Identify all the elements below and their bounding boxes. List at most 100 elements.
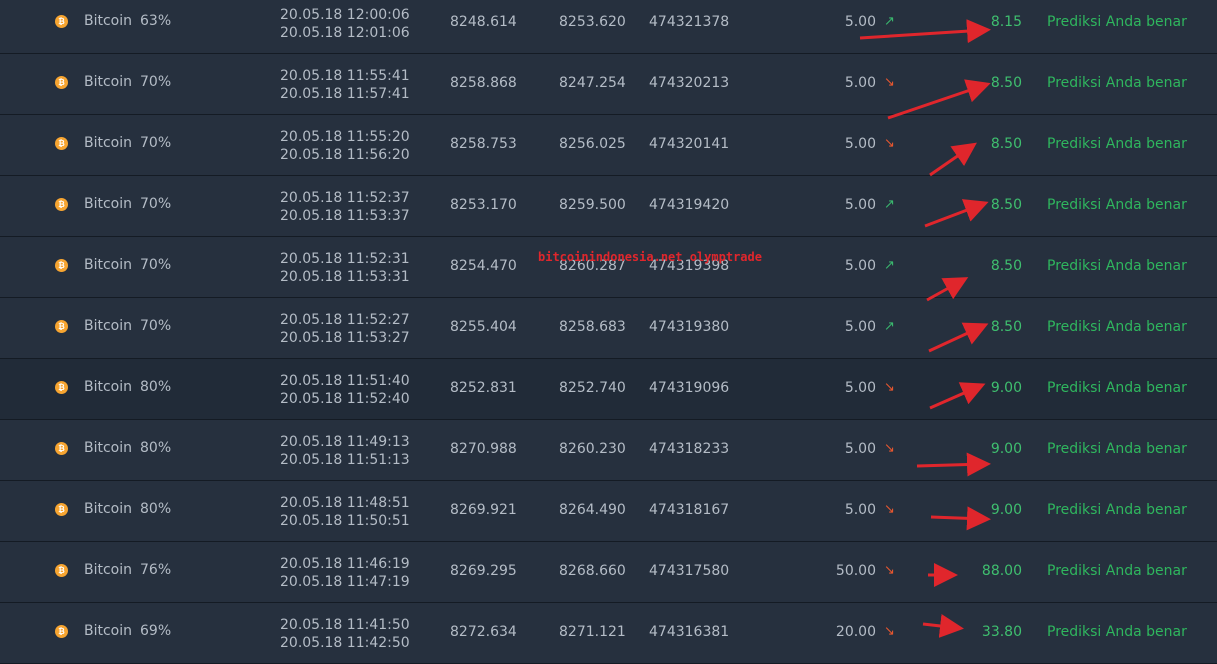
close-time: 20.05.18 11:57:41: [280, 86, 410, 102]
open-price: 8269.295: [450, 563, 517, 579]
close-price: 8268.660: [559, 563, 626, 579]
trade-id: 474316381: [649, 624, 730, 640]
result-status: Prediksi Anda benar: [1047, 380, 1187, 396]
trade-amount: 5.00: [844, 258, 876, 274]
trade-amount: 5.00: [844, 319, 876, 335]
result-status: Prediksi Anda benar: [1047, 136, 1187, 152]
asset-name: Bitcoin: [84, 74, 133, 90]
trade-id: 474319380: [649, 319, 730, 335]
payout-percent: 63%: [140, 13, 172, 29]
open-time: 20.05.18 11:55:20: [280, 129, 410, 145]
asset-name: Bitcoin: [84, 623, 133, 639]
trade-times: 20.05.18 11:52:31 20.05.18 11:53:31: [280, 250, 410, 286]
table-row[interactable]: ₿ Bitcoin 70% 20.05.18 11:52:31 20.05.18 11:…: [0, 237, 1217, 298]
trade-id: 474320213: [649, 75, 730, 91]
payout-percent: 80%: [140, 440, 172, 456]
payout-amount: 9.00: [990, 441, 1022, 457]
result-status: Prediksi Anda benar: [1047, 258, 1187, 274]
payout-percent: 70%: [140, 318, 172, 334]
open-price: 8252.831: [450, 380, 517, 396]
trade-id: 474319420: [649, 197, 730, 213]
arrow-up-right-icon: ↗: [884, 14, 895, 29]
trade-history-table: ₿ Bitcoin 63% 20.05.18 12:00:06 20.05.18 12:…: [0, 0, 1217, 664]
trade-id: 474321378: [649, 14, 730, 30]
table-row[interactable]: ₿ Bitcoin 70% 20.05.18 11:55:41 20.05.18 11:…: [0, 54, 1217, 115]
arrow-down-right-icon: ↘: [884, 75, 895, 90]
payout-percent: 80%: [140, 379, 172, 395]
trade-times: 20.05.18 11:55:41 20.05.18 11:57:41: [280, 67, 410, 103]
payout-percent: 70%: [140, 196, 172, 212]
table-row[interactable]: ₿ Bitcoin 70% 20.05.18 11:52:37 20.05.18 11:…: [0, 176, 1217, 237]
close-price: 8258.683: [559, 319, 626, 335]
payout-percent: 69%: [140, 623, 172, 639]
asset-name: Bitcoin: [84, 135, 133, 151]
trade-times: 20.05.18 11:41:50 20.05.18 11:42:50: [280, 616, 410, 652]
trade-times: 20.05.18 12:00:06 20.05.18 12:01:06: [280, 6, 410, 42]
trade-times: 20.05.18 11:48:51 20.05.18 11:50:51: [280, 494, 410, 530]
result-status: Prediksi Anda benar: [1047, 197, 1187, 213]
close-price: 8247.254: [559, 75, 626, 91]
close-time: 20.05.18 11:53:37: [280, 208, 410, 224]
arrow-up-right-icon: ↗: [884, 319, 895, 334]
close-price: 8260.230: [559, 441, 626, 457]
close-price: 8253.620: [559, 14, 626, 30]
arrow-down-right-icon: ↘: [884, 441, 895, 456]
result-status: Prediksi Anda benar: [1047, 441, 1187, 457]
bitcoin-coin-icon: ₿: [55, 76, 68, 89]
result-status: Prediksi Anda benar: [1047, 624, 1187, 640]
open-time: 20.05.18 11:48:51: [280, 495, 410, 511]
close-time: 20.05.18 11:47:19: [280, 574, 410, 590]
trade-amount: 50.00: [835, 563, 876, 579]
bitcoin-coin-icon: ₿: [55, 137, 68, 150]
asset-name: Bitcoin: [84, 379, 133, 395]
trade-id: 474318167: [649, 502, 730, 518]
table-row[interactable]: ₿ Bitcoin 80% 20.05.18 11:48:51 20.05.18 11:…: [0, 481, 1217, 542]
asset-name: Bitcoin: [84, 257, 133, 273]
table-row[interactable]: ₿ Bitcoin 80% 20.05.18 11:49:13 20.05.18 11:…: [0, 420, 1217, 481]
payout-percent: 70%: [140, 74, 172, 90]
close-time: 20.05.18 11:42:50: [280, 635, 410, 651]
open-price: 8258.753: [450, 136, 517, 152]
payout-amount: 8.50: [990, 75, 1022, 91]
trade-amount: 5.00: [844, 75, 876, 91]
asset-name: Bitcoin: [84, 562, 133, 578]
trade-times: 20.05.18 11:55:20 20.05.18 11:56:20: [280, 128, 410, 164]
open-price: 8270.988: [450, 441, 517, 457]
bitcoin-coin-icon: ₿: [55, 15, 68, 28]
table-row[interactable]: ₿ Bitcoin 69% 20.05.18 11:41:50 20.05.18 11:…: [0, 603, 1217, 664]
table-row[interactable]: ₿ Bitcoin 76% 20.05.18 11:46:19 20.05.18 11:…: [0, 542, 1217, 603]
arrow-up-right-icon: ↗: [884, 258, 895, 273]
trade-times: 20.05.18 11:49:13 20.05.18 11:51:13: [280, 433, 410, 469]
arrow-up-right-icon: ↗: [884, 197, 895, 212]
trade-times: 20.05.18 11:51:40 20.05.18 11:52:40: [280, 372, 410, 408]
payout-amount: 33.80: [981, 624, 1022, 640]
close-price: 8256.025: [559, 136, 626, 152]
table-row[interactable]: ₿ Bitcoin 70% 20.05.18 11:52:27 20.05.18 11:…: [0, 298, 1217, 359]
asset-name: Bitcoin: [84, 13, 133, 29]
trade-amount: 5.00: [844, 14, 876, 30]
bitcoin-coin-icon: ₿: [55, 625, 68, 638]
open-time: 20.05.18 11:46:19: [280, 556, 410, 572]
open-time: 20.05.18 11:52:37: [280, 190, 410, 206]
watermark-text: bitcoinindonesia.net olymptrade: [538, 250, 762, 264]
payout-amount: 8.50: [990, 319, 1022, 335]
close-time: 20.05.18 11:50:51: [280, 513, 410, 529]
table-row[interactable]: ₿ Bitcoin 63% 20.05.18 12:00:06 20.05.18 12:…: [0, 0, 1217, 54]
payout-amount: 88.00: [981, 563, 1022, 579]
payout-amount: 8.15: [990, 14, 1022, 30]
table-row[interactable]: ₿ Bitcoin 70% 20.05.18 11:55:20 20.05.18 11:…: [0, 115, 1217, 176]
trade-amount: 5.00: [844, 380, 876, 396]
arrow-down-right-icon: ↘: [884, 136, 895, 151]
bitcoin-coin-icon: ₿: [55, 198, 68, 211]
trade-id: 474319096: [649, 380, 730, 396]
payout-percent: 80%: [140, 501, 172, 517]
close-time: 20.05.18 11:53:31: [280, 269, 410, 285]
arrow-down-right-icon: ↘: [884, 563, 895, 578]
payout-percent: 70%: [140, 257, 172, 273]
open-time: 20.05.18 11:55:41: [280, 68, 410, 84]
table-row[interactable]: ₿ Bitcoin 80% 20.05.18 11:51:40 20.05.18 11:…: [0, 359, 1217, 420]
open-time: 20.05.18 11:41:50: [280, 617, 410, 633]
trade-times: 20.05.18 11:52:37 20.05.18 11:53:37: [280, 189, 410, 225]
trade-times: 20.05.18 11:52:27 20.05.18 11:53:27: [280, 311, 410, 347]
open-price: 8248.614: [450, 14, 517, 30]
